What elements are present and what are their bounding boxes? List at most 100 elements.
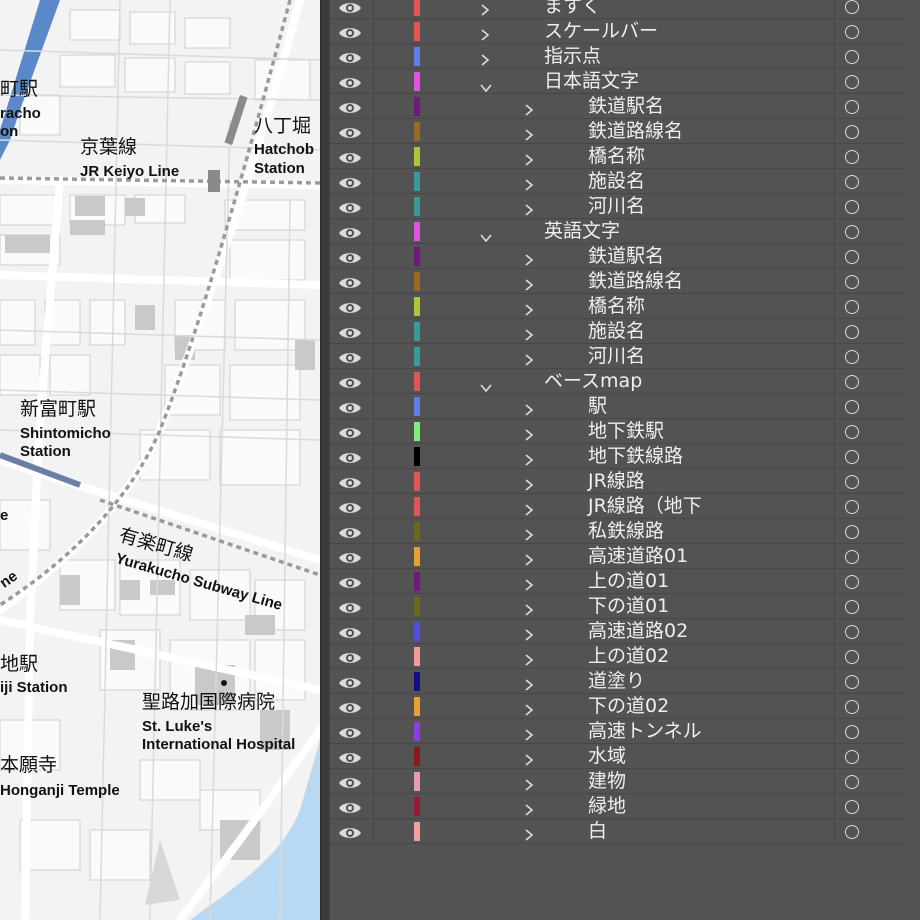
target-circle-icon[interactable] xyxy=(845,325,859,339)
layer-row[interactable]: 上の道02 xyxy=(330,644,904,669)
target-circle-icon[interactable] xyxy=(845,0,859,14)
eye-icon[interactable] xyxy=(338,550,362,564)
layer-row[interactable]: 鉄道路線名 xyxy=(330,269,904,294)
eye-icon[interactable] xyxy=(338,25,362,39)
eye-icon[interactable] xyxy=(338,750,362,764)
layer-row[interactable]: 地下鉄駅 xyxy=(330,419,904,444)
chevron-right-icon[interactable] xyxy=(524,526,534,541)
layer-name[interactable]: 白 xyxy=(588,820,607,843)
layer-row[interactable]: 鉄道路線名 xyxy=(330,119,904,144)
eye-icon[interactable] xyxy=(338,700,362,714)
layer-name[interactable]: 下の道02 xyxy=(588,695,669,718)
target-circle-icon[interactable] xyxy=(845,525,859,539)
chevron-right-icon[interactable] xyxy=(524,551,534,566)
chevron-down-icon[interactable] xyxy=(480,378,492,393)
chevron-right-icon[interactable] xyxy=(524,676,534,691)
chevron-right-icon[interactable] xyxy=(480,1,490,16)
eye-icon[interactable] xyxy=(338,775,362,789)
layer-name[interactable]: 鉄道路線名 xyxy=(588,120,683,143)
layer-name[interactable]: 駅 xyxy=(588,395,607,418)
layer-row[interactable]: 河川名 xyxy=(330,344,904,369)
layer-name[interactable]: 上の道01 xyxy=(588,570,669,593)
chevron-right-icon[interactable] xyxy=(524,626,534,641)
eye-icon[interactable] xyxy=(338,250,362,264)
layer-name[interactable]: 地下鉄駅 xyxy=(588,420,664,443)
layer-name[interactable]: 指示点 xyxy=(544,45,601,68)
target-circle-icon[interactable] xyxy=(845,550,859,564)
layer-row[interactable]: 高速トンネル xyxy=(330,719,904,744)
layer-name[interactable]: 建物 xyxy=(588,770,626,793)
target-circle-icon[interactable] xyxy=(845,800,859,814)
layer-name[interactable]: 緑地 xyxy=(588,795,626,818)
layer-name[interactable]: 施設名 xyxy=(588,320,645,343)
layer-name[interactable]: JR線路（地下 xyxy=(588,495,702,518)
layer-row[interactable]: 水域 xyxy=(330,744,904,769)
layer-row[interactable]: JR線路 xyxy=(330,469,904,494)
eye-icon[interactable] xyxy=(338,625,362,639)
target-circle-icon[interactable] xyxy=(845,200,859,214)
layer-row[interactable]: 河川名 xyxy=(330,194,904,219)
layer-name[interactable]: 施設名 xyxy=(588,170,645,193)
layer-row[interactable]: JR線路（地下 xyxy=(330,494,904,519)
eye-icon[interactable] xyxy=(338,725,362,739)
eye-icon[interactable] xyxy=(338,275,362,289)
target-circle-icon[interactable] xyxy=(845,150,859,164)
eye-icon[interactable] xyxy=(338,100,362,114)
target-circle-icon[interactable] xyxy=(845,25,859,39)
layer-row[interactable]: 鉄道駅名 xyxy=(330,94,904,119)
target-circle-icon[interactable] xyxy=(845,475,859,489)
chevron-right-icon[interactable] xyxy=(524,776,534,791)
eye-icon[interactable] xyxy=(338,575,362,589)
chevron-right-icon[interactable] xyxy=(524,301,534,316)
chevron-right-icon[interactable] xyxy=(524,701,534,716)
chevron-right-icon[interactable] xyxy=(524,326,534,341)
chevron-right-icon[interactable] xyxy=(524,826,534,841)
chevron-right-icon[interactable] xyxy=(524,401,534,416)
layer-row[interactable]: 英語文字 xyxy=(330,219,904,244)
target-circle-icon[interactable] xyxy=(845,750,859,764)
layer-row[interactable]: 高速道路01 xyxy=(330,544,904,569)
target-circle-icon[interactable] xyxy=(845,375,859,389)
target-circle-icon[interactable] xyxy=(845,100,859,114)
layer-row[interactable]: 施設名 xyxy=(330,319,904,344)
eye-icon[interactable] xyxy=(338,325,362,339)
layer-name[interactable]: 私鉄線路 xyxy=(588,520,664,543)
eye-icon[interactable] xyxy=(338,75,362,89)
chevron-right-icon[interactable] xyxy=(524,101,534,116)
target-circle-icon[interactable] xyxy=(845,650,859,664)
target-circle-icon[interactable] xyxy=(845,75,859,89)
eye-icon[interactable] xyxy=(338,600,362,614)
chevron-right-icon[interactable] xyxy=(524,501,534,516)
eye-icon[interactable] xyxy=(338,0,362,14)
target-circle-icon[interactable] xyxy=(845,300,859,314)
layer-row[interactable]: 施設名 xyxy=(330,169,904,194)
layer-row[interactable]: 私鉄線路 xyxy=(330,519,904,544)
layer-name[interactable]: 鉄道駅名 xyxy=(588,95,664,118)
eye-icon[interactable] xyxy=(338,475,362,489)
layer-name[interactable]: JR線路 xyxy=(588,470,645,493)
target-circle-icon[interactable] xyxy=(845,825,859,839)
eye-icon[interactable] xyxy=(338,175,362,189)
eye-icon[interactable] xyxy=(338,225,362,239)
layer-name[interactable]: 河川名 xyxy=(588,195,645,218)
layer-row[interactable]: スケールバー xyxy=(330,19,904,44)
eye-icon[interactable] xyxy=(338,500,362,514)
eye-icon[interactable] xyxy=(338,350,362,364)
eye-icon[interactable] xyxy=(338,150,362,164)
layer-row[interactable]: ベースmap xyxy=(330,369,904,394)
layer-name[interactable]: スケールバー xyxy=(544,20,658,43)
target-circle-icon[interactable] xyxy=(845,775,859,789)
layer-row[interactable]: 緑地 xyxy=(330,794,904,819)
layer-row[interactable]: 橋名称 xyxy=(330,144,904,169)
panel-splitter[interactable] xyxy=(320,0,330,920)
layer-name[interactable]: 鉄道駅名 xyxy=(588,245,664,268)
layer-row[interactable]: 高速道路02 xyxy=(330,619,904,644)
layer-row[interactable]: 下の道02 xyxy=(330,694,904,719)
target-circle-icon[interactable] xyxy=(845,575,859,589)
layer-name[interactable]: ベースmap xyxy=(544,370,642,393)
chevron-right-icon[interactable] xyxy=(480,51,490,66)
layer-name[interactable]: 河川名 xyxy=(588,345,645,368)
target-circle-icon[interactable] xyxy=(845,125,859,139)
chevron-right-icon[interactable] xyxy=(524,201,534,216)
layer-row[interactable]: 地下鉄線路 xyxy=(330,444,904,469)
